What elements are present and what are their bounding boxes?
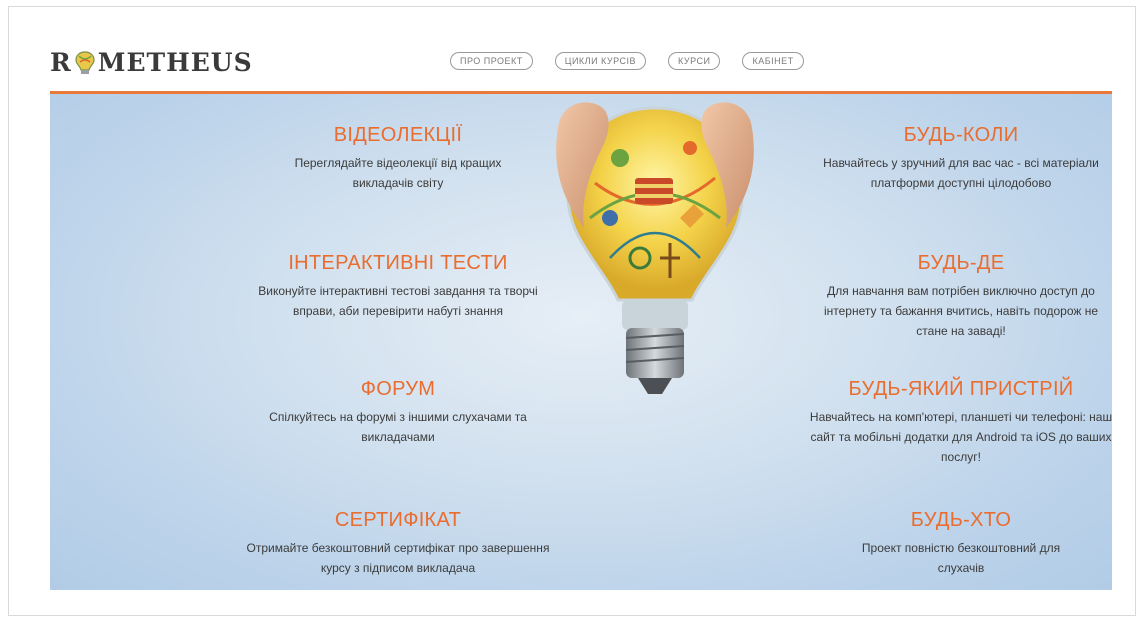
- feature-text: Проект повністю безкоштовний для слухачі…: [861, 541, 1061, 575]
- nav-about-project[interactable]: ПРО ПРОЕКТ: [450, 52, 533, 70]
- lightbulb-in-hands-icon: [556, 102, 754, 394]
- feature-anyone: БУДЬ-ХТО Проект повністю безкоштовний дл…: [796, 509, 1112, 578]
- feature-title: СЕРТИФІКАТ: [334, 509, 462, 531]
- site-logo[interactable]: R METHEUS: [50, 48, 253, 77]
- feature-text: Отримайте безкоштовний сертифікат про за…: [246, 541, 550, 575]
- feature-text: Переглядайте відеолекції від кращих викл…: [294, 156, 502, 190]
- feature-text: Навчайтесь у зручний для вас час - всі м…: [823, 156, 1099, 190]
- nav-courses[interactable]: КУРСИ: [668, 52, 721, 70]
- feature-any-device: БУДЬ-ЯКИЙ ПРИСТРІЙ Навчайтесь на комп'ют…: [796, 378, 1112, 467]
- logo-text-right: METHEUS: [97, 48, 253, 77]
- feature-interactive-tests: ІНТЕРАКТИВНІ ТЕСТИ Виконуйте інтерактивн…: [233, 252, 563, 321]
- lightbulb-logo-icon: [75, 50, 95, 74]
- logo-text-left: R: [50, 48, 72, 77]
- feature-title: БУДЬ-КОЛИ: [903, 124, 1019, 146]
- site-header: R METHEUS ПРО ПРОЕКТ ЦИКЛИ КУРСІВ КУРСИ …: [50, 38, 1112, 88]
- feature-text: Для навчання вам потрібен виключно досту…: [823, 284, 1099, 338]
- feature-text: Навчайтесь на комп'ютері, планшеті чи те…: [809, 410, 1112, 464]
- features-hero: ВІДЕОЛЕКЦІЇ Переглядайте відеолекції від…: [50, 91, 1112, 590]
- feature-certificate: СЕРТИФІКАТ Отримайте безкоштовний сертиф…: [233, 509, 563, 578]
- feature-title: ФОРУМ: [360, 378, 436, 400]
- feature-title: БУДЬ-ДЕ: [917, 252, 1005, 274]
- feature-video-lectures: ВІДЕОЛЕКЦІЇ Переглядайте відеолекції від…: [233, 124, 563, 193]
- feature-forum: ФОРУМ Спілкуйтесь на форумі з іншими слу…: [233, 378, 563, 447]
- feature-anywhere: БУДЬ-ДЕ Для навчання вам потрібен виключ…: [796, 252, 1112, 341]
- feature-text: Виконуйте інтерактивні тестові завдання …: [258, 284, 538, 318]
- feature-text: Спілкуйтесь на форумі з іншими слухачами…: [269, 410, 527, 444]
- feature-title: ВІДЕОЛЕКЦІЇ: [333, 124, 463, 146]
- feature-anytime: БУДЬ-КОЛИ Навчайтесь у зручний для вас ч…: [796, 124, 1112, 193]
- feature-title: БУДЬ-ЯКИЙ ПРИСТРІЙ: [848, 378, 1074, 400]
- nav-cabinet[interactable]: КАБІНЕТ: [742, 52, 804, 70]
- main-nav: ПРО ПРОЕКТ ЦИКЛИ КУРСІВ КУРСИ КАБІНЕТ: [450, 52, 804, 70]
- feature-title: БУДЬ-ХТО: [910, 509, 1012, 531]
- nav-course-cycles[interactable]: ЦИКЛИ КУРСІВ: [554, 52, 647, 70]
- feature-title: ІНТЕРАКТИВНІ ТЕСТИ: [288, 252, 508, 274]
